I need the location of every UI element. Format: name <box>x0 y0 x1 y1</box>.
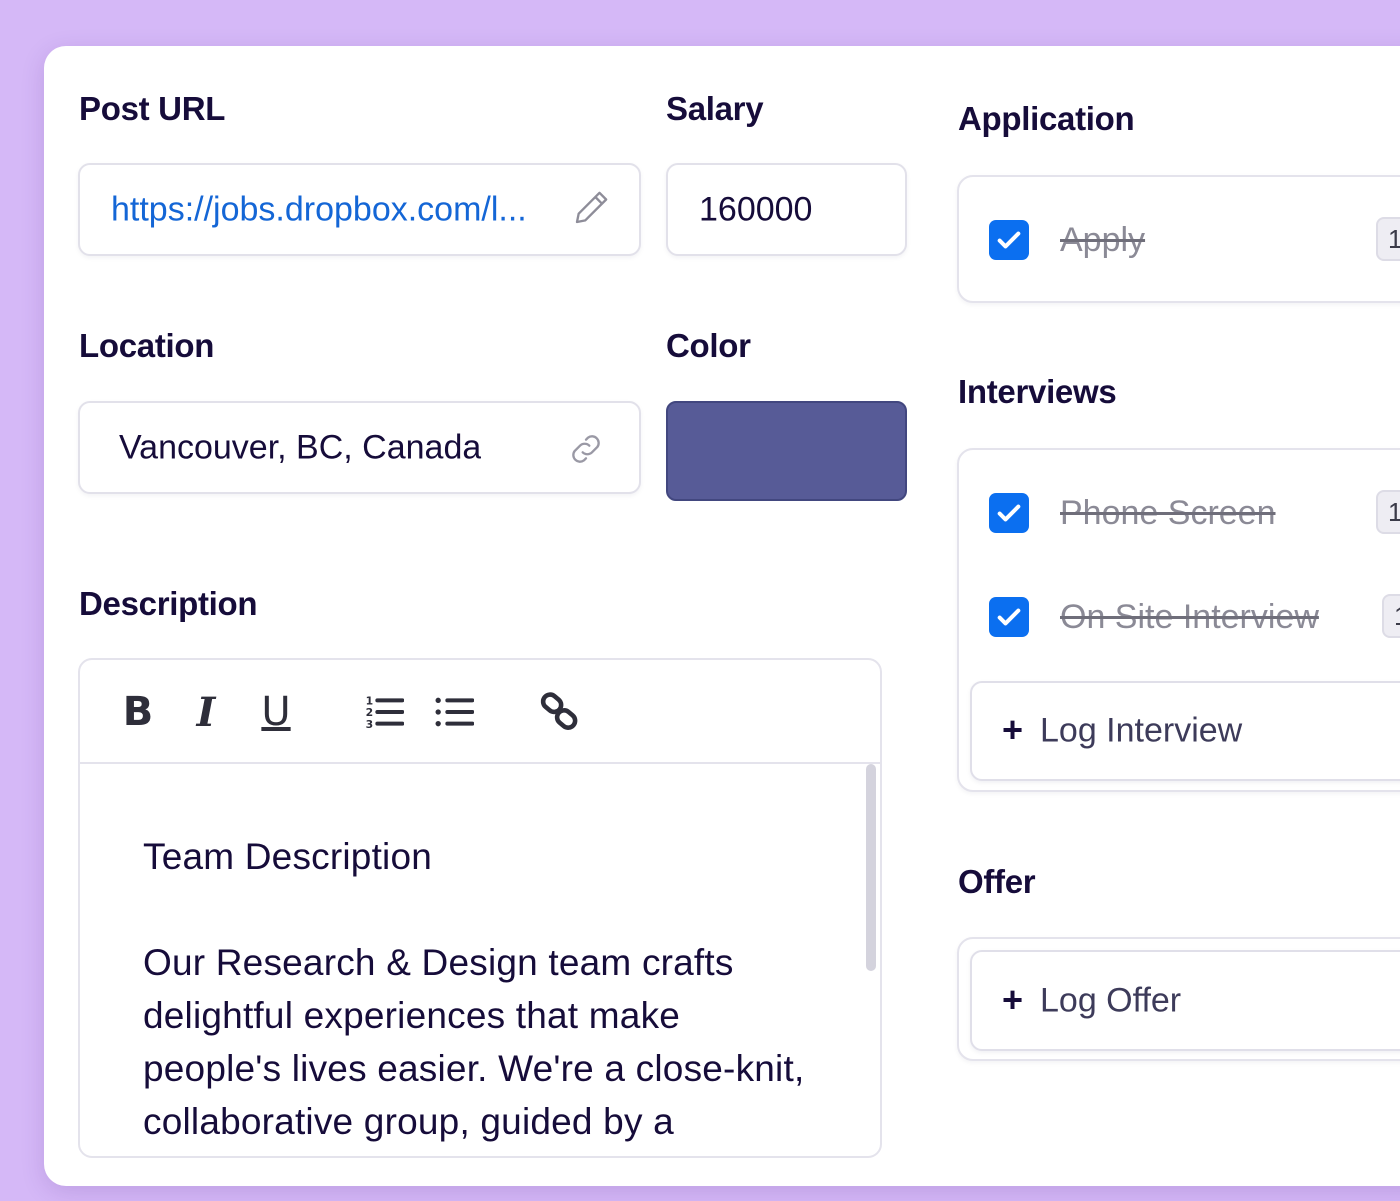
italic-icon: I <box>196 688 216 736</box>
checkmark-icon <box>997 608 1021 626</box>
location-label: Location <box>79 327 215 364</box>
insert-link-button[interactable] <box>538 690 582 734</box>
bold-icon: B <box>122 689 154 735</box>
apply-badge: 1 <box>1376 217 1400 261</box>
salary-input[interactable]: 160000 <box>666 163 907 256</box>
location-input[interactable]: Vancouver, BC, Canada <box>78 401 641 494</box>
log-offer-label: Log Offer <box>1040 981 1182 1019</box>
post-url-link[interactable]: https://jobs.dropbox.com/l... <box>111 190 566 229</box>
bold-button[interactable]: B <box>116 689 160 735</box>
salary-value: 160000 <box>699 190 813 228</box>
interviews-section: Phone Screen 1 On Site Interview 1 + Log… <box>957 448 1400 792</box>
underline-button[interactable]: U <box>254 689 298 735</box>
svg-text:3: 3 <box>366 718 374 731</box>
location-value: Vancouver, BC, Canada <box>119 428 482 466</box>
on-site-interview-badge: 1 <box>1382 594 1400 638</box>
editor-scrollbar[interactable] <box>866 764 876 971</box>
color-label: Color <box>666 327 751 364</box>
phone-screen-task: Phone Screen <box>1060 494 1276 532</box>
plus-icon: + <box>1002 709 1024 751</box>
plus-icon: + <box>1002 978 1024 1020</box>
phone-screen-checkbox[interactable] <box>989 493 1029 533</box>
italic-button[interactable]: I <box>184 688 228 736</box>
bullet-list-icon <box>435 697 474 727</box>
bullet-list-button[interactable] <box>432 690 476 734</box>
editor-heading: Team Description <box>143 836 433 877</box>
underline-icon: U <box>261 689 291 735</box>
editor-paragraph: Our Research & Design team crafts deligh… <box>143 942 805 1142</box>
phone-screen-badge: 1 <box>1376 490 1400 534</box>
color-swatch[interactable] <box>666 401 907 501</box>
application-section: Apply 1 <box>957 175 1400 303</box>
chain-link-icon <box>540 692 578 730</box>
editor-content[interactable]: Team Description Our Research & Design t… <box>143 830 823 1201</box>
log-offer-button[interactable]: + Log Offer <box>970 950 1400 1051</box>
offer-title: Offer <box>958 863 1036 900</box>
application-title: Application <box>958 100 1135 137</box>
pencil-icon[interactable] <box>572 187 612 227</box>
link-icon[interactable] <box>566 429 606 469</box>
ordered-list-icon: 1 2 3 <box>366 695 404 731</box>
apply-task: Apply <box>1060 221 1146 259</box>
post-url-field[interactable]: https://jobs.dropbox.com/l... <box>78 163 641 256</box>
description-label: Description <box>79 585 258 622</box>
log-interview-button[interactable]: + Log Interview <box>970 681 1400 781</box>
salary-label: Salary <box>666 90 764 127</box>
log-interview-label: Log Interview <box>1040 711 1243 750</box>
checkmark-icon <box>997 231 1021 249</box>
interviews-title: Interviews <box>958 373 1117 410</box>
apply-checkbox[interactable] <box>989 220 1029 260</box>
post-url-label: Post URL <box>79 90 226 127</box>
editor-toolbar: B I U 1 2 3 <box>80 660 880 764</box>
on-site-interview-task: On Site Interview <box>1060 598 1319 636</box>
offer-section: + Log Offer <box>957 937 1400 1061</box>
checkmark-icon <box>997 504 1021 522</box>
on-site-interview-checkbox[interactable] <box>989 597 1029 637</box>
ordered-list-button[interactable]: 1 2 3 <box>362 690 406 734</box>
